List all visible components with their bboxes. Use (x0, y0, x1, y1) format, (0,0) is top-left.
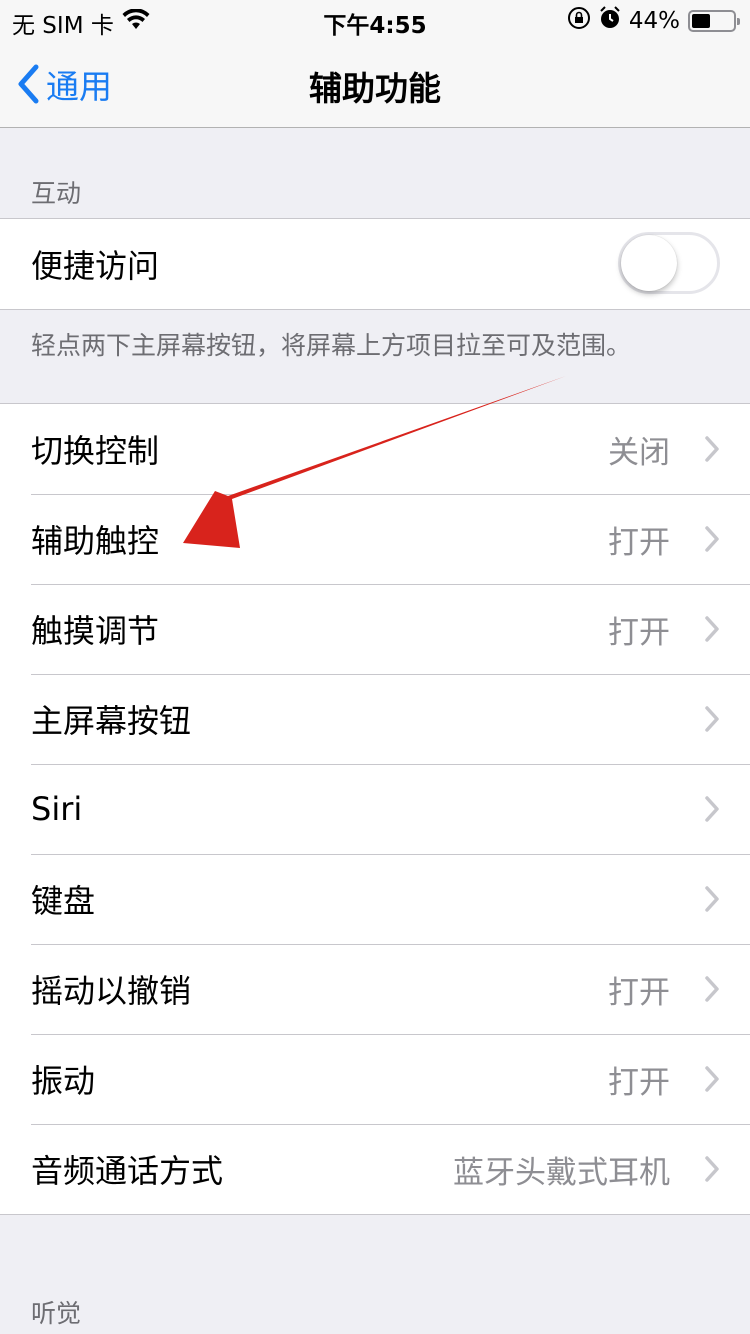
battery-percent: 44% (628, 8, 680, 34)
battery-level (692, 14, 710, 28)
settings-row[interactable]: 振动 打开 (0, 1034, 750, 1124)
chevron-right-icon (688, 795, 720, 823)
navigation-bar: 通用 辅助功能 (0, 40, 750, 128)
settings-row[interactable]: 键盘 (0, 854, 750, 944)
settings-row[interactable]: 触摸调节 打开 (0, 584, 750, 674)
settings-list: 切换控制 关闭 辅助触控 打开 触摸调节 打开 主屏幕按钮 Siri 键盘 摇动以撤销 打开 振动 打开… (0, 403, 750, 1215)
chevron-right-icon (688, 615, 720, 643)
chevron-right-icon (688, 1065, 720, 1093)
settings-row-value: 蓝牙头戴式耳机 (453, 1154, 670, 1191)
section-header-interaction: 互动 (31, 179, 82, 208)
settings-row-value: 打开 (608, 974, 670, 1011)
chevron-right-icon (688, 525, 720, 553)
settings-row-label: 摇动以撤销 (31, 972, 192, 1010)
chevron-right-icon (688, 435, 720, 463)
status-bar: 无 SIM 卡 下午4:55 44% (0, 0, 750, 40)
settings-row-label: 切换控制 (31, 432, 160, 470)
settings-row-value: 打开 (608, 614, 670, 651)
reachability-toggle[interactable] (618, 232, 720, 294)
reachability-footer: 轻点两下主屏幕按钮，将屏幕上方项目拉至可及范围。 (31, 331, 632, 360)
settings-row-label: 辅助触控 (31, 522, 160, 560)
settings-row[interactable]: 辅助触控 打开 (0, 494, 750, 584)
settings-row-label: 触摸调节 (31, 612, 160, 650)
page-title: 辅助功能 (309, 69, 441, 108)
settings-row-value: 关闭 (608, 434, 670, 471)
settings-row-label: 主屏幕按钮 (31, 702, 192, 740)
toggle-knob (621, 235, 677, 291)
settings-row-label: 振动 (31, 1062, 96, 1100)
settings-row[interactable]: 摇动以撤销 打开 (0, 944, 750, 1034)
settings-row-label: 音频通话方式 (31, 1152, 224, 1190)
settings-row[interactable]: Siri (0, 764, 750, 854)
settings-row[interactable]: 主屏幕按钮 (0, 674, 750, 764)
settings-row-label: 键盘 (31, 882, 96, 920)
chevron-right-icon (688, 1155, 720, 1183)
reachability-row: 便捷访问 (0, 219, 750, 309)
settings-row[interactable]: 音频通话方式 蓝牙头戴式耳机 (0, 1124, 750, 1214)
alarm-icon (599, 6, 621, 36)
orientation-lock-icon (567, 6, 591, 36)
chevron-right-icon (688, 885, 720, 913)
chevron-right-icon (688, 975, 720, 1003)
settings-row-value: 打开 (608, 1064, 670, 1101)
settings-row-label: Siri (31, 790, 83, 828)
chevron-right-icon (688, 705, 720, 733)
battery-icon (688, 10, 740, 32)
settings-row-value: 打开 (608, 524, 670, 561)
settings-row[interactable]: 切换控制 关闭 (0, 404, 750, 494)
section-header-hearing: 听觉 (31, 1299, 82, 1328)
reachability-group: 便捷访问 (0, 218, 750, 310)
